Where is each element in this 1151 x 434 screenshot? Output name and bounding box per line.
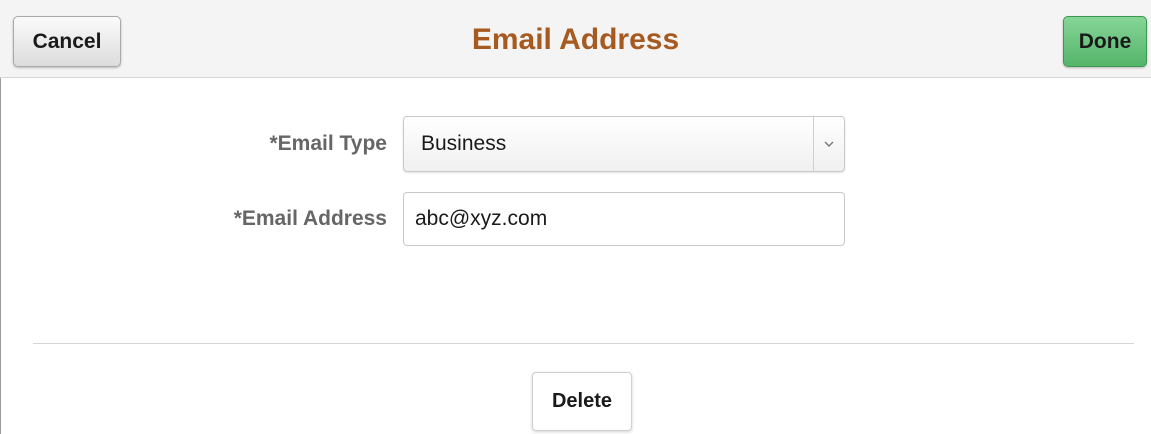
chevron-down-icon-graphic <box>824 141 834 147</box>
email-type-selected-value: Business <box>421 132 507 155</box>
delete-button[interactable]: Delete <box>532 372 632 431</box>
email-type-label: *Email Type <box>269 132 388 155</box>
email-address-input[interactable] <box>403 192 845 246</box>
section-divider <box>33 343 1134 344</box>
chevron-down-icon[interactable] <box>813 117 844 171</box>
email-address-label: *Email Address <box>233 207 387 230</box>
done-button[interactable]: Done <box>1063 16 1147 67</box>
page-title: Email Address <box>471 23 680 56</box>
email-type-select[interactable]: Business <box>403 116 845 172</box>
